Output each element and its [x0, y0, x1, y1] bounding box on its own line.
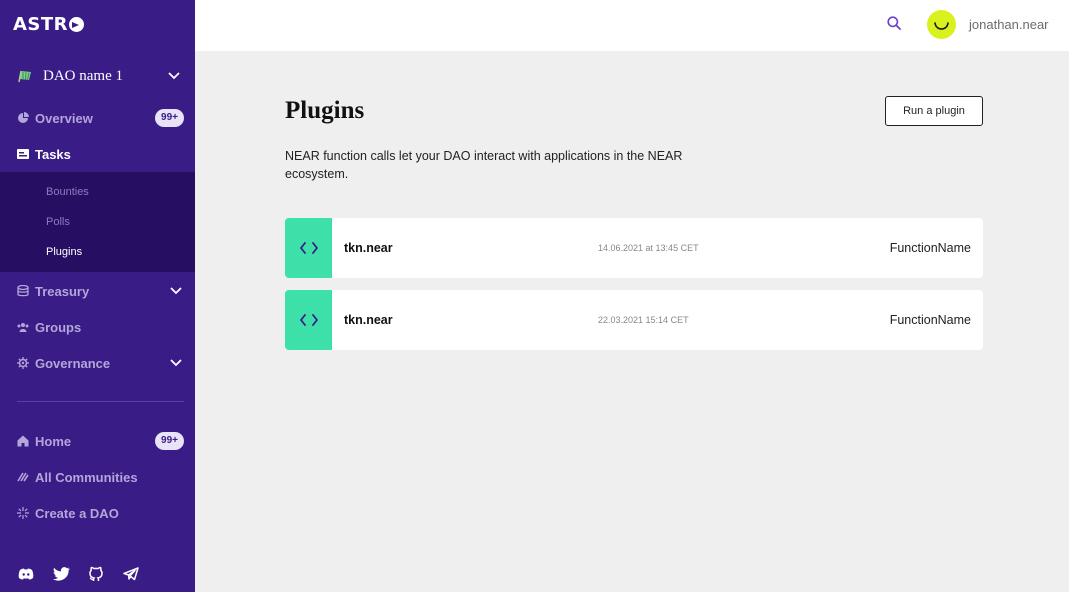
telegram-icon[interactable] — [122, 565, 140, 583]
chevron-down-icon[interactable] — [168, 283, 184, 299]
nav-governance-label: Governance — [35, 355, 111, 371]
home-icon — [17, 435, 29, 447]
tasks-subnav: Bounties Polls Plugins — [0, 172, 195, 272]
chevron-down-icon[interactable] — [168, 355, 184, 371]
plugin-name: tkn.near — [344, 313, 393, 327]
nav-create-dao-label: Create a DAO — [35, 505, 119, 521]
discord-icon[interactable] — [17, 565, 35, 583]
dao-name: DAO name 1 — [43, 67, 123, 84]
sparkle-icon — [17, 507, 29, 519]
code-icon — [285, 290, 332, 350]
sidebar: ASTR DAO name 1 Overview 99+ Tasks Bount… — [0, 0, 195, 592]
nav-treasury[interactable]: Treasury — [17, 280, 184, 302]
plugin-function: FunctionName — [889, 313, 971, 327]
top-header: jonathan.near — [195, 0, 1069, 51]
nav-create-dao[interactable]: Create a DAO — [17, 502, 184, 524]
subnav-polls[interactable]: Polls — [46, 216, 70, 228]
subnav-bounties[interactable]: Bounties — [46, 186, 89, 198]
overview-badge: 99+ — [155, 109, 184, 127]
nav-all-communities-label: All Communities — [35, 469, 138, 485]
astro-logo[interactable]: ASTR — [13, 14, 85, 35]
sidebar-divider — [17, 401, 184, 402]
communities-icon — [17, 471, 29, 483]
run-plugin-button[interactable]: Run a plugin — [885, 96, 983, 126]
nav-treasury-label: Treasury — [35, 283, 90, 299]
plugin-date: 22.03.2021 15:14 CET — [598, 315, 689, 325]
home-badge: 99+ — [155, 432, 184, 450]
username[interactable]: jonathan.near — [969, 17, 1049, 32]
nav-overview-label: Overview — [35, 110, 93, 126]
plugin-name: tkn.near — [344, 241, 393, 255]
nav-groups[interactable]: Groups — [17, 316, 184, 338]
nav-all-communities[interactable]: All Communities — [17, 466, 184, 488]
search-icon[interactable] — [887, 16, 903, 32]
code-icon — [285, 218, 332, 278]
tasks-icon — [17, 148, 29, 160]
dao-selector[interactable]: DAO name 1 — [17, 66, 182, 86]
gear-icon — [17, 357, 29, 369]
logo-text: ASTR — [13, 14, 69, 35]
pie-chart-icon — [17, 112, 29, 124]
page-title: Plugins — [285, 97, 365, 124]
nav-tasks-label: Tasks — [35, 146, 71, 162]
github-icon[interactable] — [87, 565, 105, 583]
users-icon — [17, 321, 29, 333]
subnav-plugins[interactable]: Plugins — [46, 246, 82, 258]
plugin-date: 14.06.2021 at 13:45 CET — [598, 243, 699, 253]
twitter-icon[interactable] — [52, 565, 70, 583]
nav-home-label: Home — [35, 433, 72, 449]
coins-icon — [17, 285, 29, 297]
social-links — [17, 565, 140, 583]
page-description: NEAR function calls let your DAO interac… — [285, 149, 683, 181]
nav-overview[interactable]: Overview 99+ — [17, 107, 184, 129]
plugin-card[interactable]: tkn.near 22.03.2021 15:14 CET FunctionNa… — [285, 290, 983, 350]
avatar[interactable] — [927, 10, 956, 39]
logo-mark-icon — [69, 17, 85, 32]
plugin-card[interactable]: tkn.near 14.06.2021 at 13:45 CET Functio… — [285, 218, 983, 278]
dao-flag-icon — [17, 68, 33, 84]
nav-groups-label: Groups — [35, 319, 82, 335]
nav-governance[interactable]: Governance — [17, 352, 184, 374]
nav-tasks[interactable]: Tasks — [17, 143, 184, 165]
chevron-down-icon[interactable] — [166, 68, 182, 84]
plugin-function: FunctionName — [889, 241, 971, 255]
nav-home[interactable]: Home 99+ — [17, 430, 184, 452]
